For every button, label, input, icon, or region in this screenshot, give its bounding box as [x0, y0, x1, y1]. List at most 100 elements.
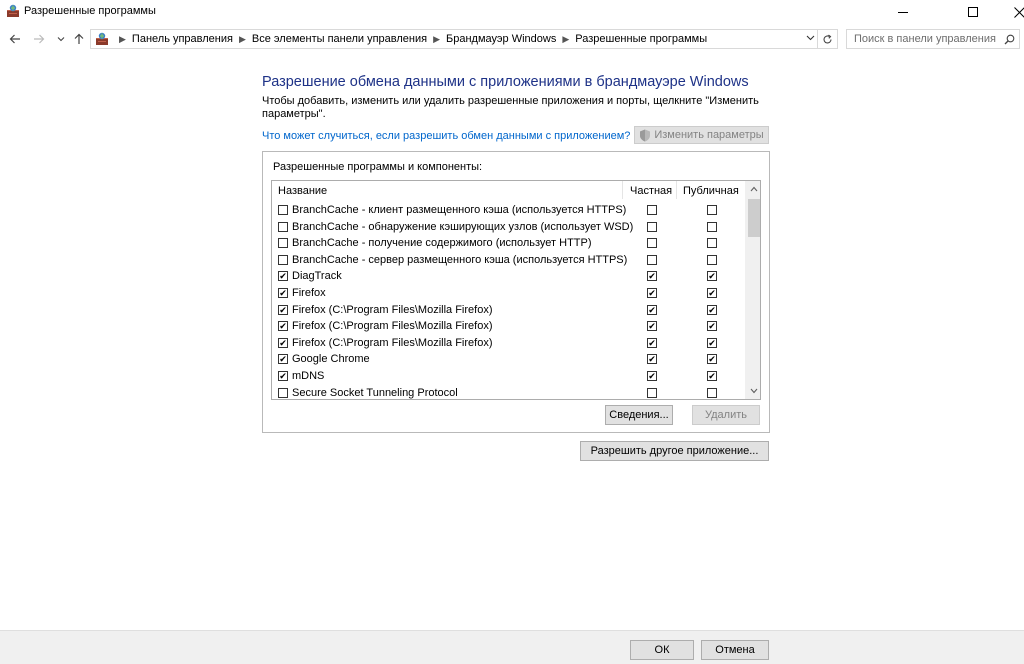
private-checkbox[interactable]: ✔ — [647, 337, 657, 348]
private-checkbox[interactable]: ✔ — [647, 304, 657, 315]
breadcrumb-control-panel[interactable]: Панель управления — [132, 33, 233, 45]
up-button[interactable] — [70, 30, 88, 48]
address-bar[interactable]: ▶ Панель управления ▶ Все элементы панел… — [90, 29, 818, 49]
enabled-checkbox[interactable]: ✔ — [278, 304, 288, 315]
chevron-right-icon[interactable]: ▶ — [119, 34, 126, 45]
public-checkbox[interactable]: ✔ — [707, 288, 717, 298]
enabled-checkbox[interactable]: ✔ — [278, 271, 288, 282]
list-item-name: BranchCache - получение содержимого (исп… — [292, 237, 592, 250]
breadcrumb-allowed-apps[interactable]: Разрешенные программы — [575, 33, 707, 45]
public-checkbox[interactable]: ✔ — [707, 371, 717, 381]
address-dropdown-button[interactable] — [806, 33, 815, 44]
public-checkbox[interactable] — [707, 254, 717, 265]
refresh-button[interactable] — [818, 29, 838, 49]
enabled-checkbox[interactable] — [278, 238, 288, 249]
maximize-button[interactable] — [950, 0, 996, 24]
chevron-right-icon[interactable]: ▶ — [239, 34, 246, 45]
private-checkbox[interactable]: ✔ — [647, 271, 657, 282]
list-scrollbar[interactable] — [745, 181, 760, 399]
list-item[interactable]: BranchCache - клиент размещенного кэша (… — [272, 202, 745, 219]
list-item[interactable]: ✔ DiagTrack ✔ ✔ — [272, 268, 745, 285]
public-checkbox[interactable] — [707, 205, 717, 215]
public-checkbox[interactable] — [707, 221, 717, 232]
enabled-checkbox[interactable]: ✔ — [278, 371, 288, 381]
list-item[interactable]: ✔ Firefox ✔ ✔ — [272, 285, 745, 302]
enabled-checkbox[interactable]: ✔ — [278, 288, 288, 298]
private-checkbox[interactable]: ✔ — [647, 321, 657, 332]
details-button[interactable]: Сведения... — [605, 405, 673, 425]
enabled-checkbox[interactable]: ✔ — [278, 321, 288, 332]
breadcrumb-all-items[interactable]: Все элементы панели управления — [252, 33, 427, 45]
public-checkbox[interactable] — [707, 238, 717, 249]
dialog-footer: ОК Отмена — [0, 630, 1024, 664]
public-checkbox[interactable]: ✔ — [707, 354, 717, 365]
change-settings-button[interactable]: Изменить параметры — [634, 126, 769, 144]
list-item[interactable]: BranchCache - обнаружение кэширующих узл… — [272, 219, 745, 236]
enabled-checkbox[interactable] — [278, 387, 288, 398]
public-checkbox[interactable]: ✔ — [707, 304, 717, 315]
breadcrumb-firewall[interactable]: Брандмауэр Windows — [446, 33, 556, 45]
enabled-checkbox[interactable]: ✔ — [278, 337, 288, 348]
title-bar: Разрешенные программы — [0, 0, 1024, 24]
public-checkbox[interactable]: ✔ — [707, 337, 717, 348]
chevron-up-icon — [750, 186, 758, 192]
private-checkbox[interactable] — [647, 238, 657, 249]
list-item-name: BranchCache - сервер размещенного кэша (… — [292, 253, 628, 266]
list-item[interactable]: ✔ mDNS ✔ ✔ — [272, 368, 745, 385]
list-item[interactable]: BranchCache - сервер размещенного кэша (… — [272, 252, 745, 269]
public-checkbox[interactable]: ✔ — [707, 271, 717, 282]
enabled-checkbox[interactable]: ✔ — [278, 354, 288, 365]
chevron-right-icon[interactable]: ▶ — [562, 34, 569, 45]
scroll-down-button[interactable] — [746, 383, 760, 399]
enabled-checkbox[interactable] — [278, 221, 288, 232]
public-checkbox[interactable] — [707, 387, 717, 398]
list-item-name: DiagTrack — [292, 270, 342, 283]
private-checkbox[interactable] — [647, 205, 657, 215]
chevron-right-icon[interactable]: ▶ — [433, 34, 440, 45]
change-settings-label: Изменить параметры — [654, 129, 764, 141]
allow-another-app-button[interactable]: Разрешить другое приложение... — [580, 441, 769, 461]
recent-locations-button[interactable] — [52, 30, 70, 48]
private-checkbox[interactable] — [647, 254, 657, 265]
help-link[interactable]: Что может случиться, если разрешить обме… — [262, 130, 630, 142]
private-checkbox[interactable]: ✔ — [647, 371, 657, 381]
forward-button[interactable] — [30, 30, 48, 48]
list-item[interactable]: ✔ Firefox (C:\Program Files\Mozilla Firef… — [272, 302, 745, 319]
column-divider[interactable] — [622, 181, 623, 199]
minimize-icon — [898, 11, 908, 13]
private-checkbox[interactable] — [647, 221, 657, 232]
search-icon[interactable] — [999, 34, 1019, 45]
scroll-up-button[interactable] — [746, 181, 760, 197]
column-header-name[interactable]: Название — [278, 185, 327, 197]
list-item[interactable]: ✔ Firefox (C:\Program Files\Mozilla Firef… — [272, 318, 745, 335]
list-item[interactable]: ✔ Firefox (C:\Program Files\Mozilla Firef… — [272, 335, 745, 352]
private-checkbox[interactable]: ✔ — [647, 288, 657, 298]
private-checkbox[interactable]: ✔ — [647, 354, 657, 365]
close-button[interactable] — [996, 0, 1024, 24]
list-header: Название Частная Публичная — [272, 181, 745, 199]
private-checkbox[interactable] — [647, 387, 657, 398]
list-item-name: Secure Socket Tunneling Protocol — [292, 386, 458, 399]
cancel-button[interactable]: Отмена — [701, 640, 769, 660]
list-item-name: mDNS — [292, 370, 325, 382]
scroll-thumb[interactable] — [748, 199, 760, 237]
column-divider[interactable] — [676, 181, 677, 199]
column-header-private[interactable]: Частная — [630, 185, 672, 197]
list-item[interactable]: BranchCache - получение содержимого (исп… — [272, 235, 745, 252]
list-item[interactable]: Secure Socket Tunneling Protocol — [272, 385, 745, 399]
minimize-button[interactable] — [880, 0, 926, 24]
enabled-checkbox[interactable] — [278, 254, 288, 265]
column-header-public[interactable]: Публичная — [683, 185, 739, 197]
public-checkbox[interactable]: ✔ — [707, 321, 717, 332]
remove-button[interactable]: Удалить — [692, 405, 760, 425]
maximize-icon — [968, 7, 978, 17]
arrow-left-icon — [9, 34, 20, 44]
search-input[interactable]: Поиск в панели управления — [846, 29, 1020, 49]
list-item[interactable]: ✔ Google Chrome ✔ ✔ — [272, 351, 745, 368]
allowed-apps-list[interactable]: Название Частная Публичная BranchCache -… — [271, 180, 761, 400]
back-button[interactable] — [6, 30, 24, 48]
arrow-right-icon — [34, 34, 45, 44]
enabled-checkbox[interactable] — [278, 205, 288, 215]
list-item-name: Firefox (C:\Program Files\Mozilla Firefo… — [292, 303, 493, 316]
ok-button[interactable]: ОК — [630, 640, 694, 660]
